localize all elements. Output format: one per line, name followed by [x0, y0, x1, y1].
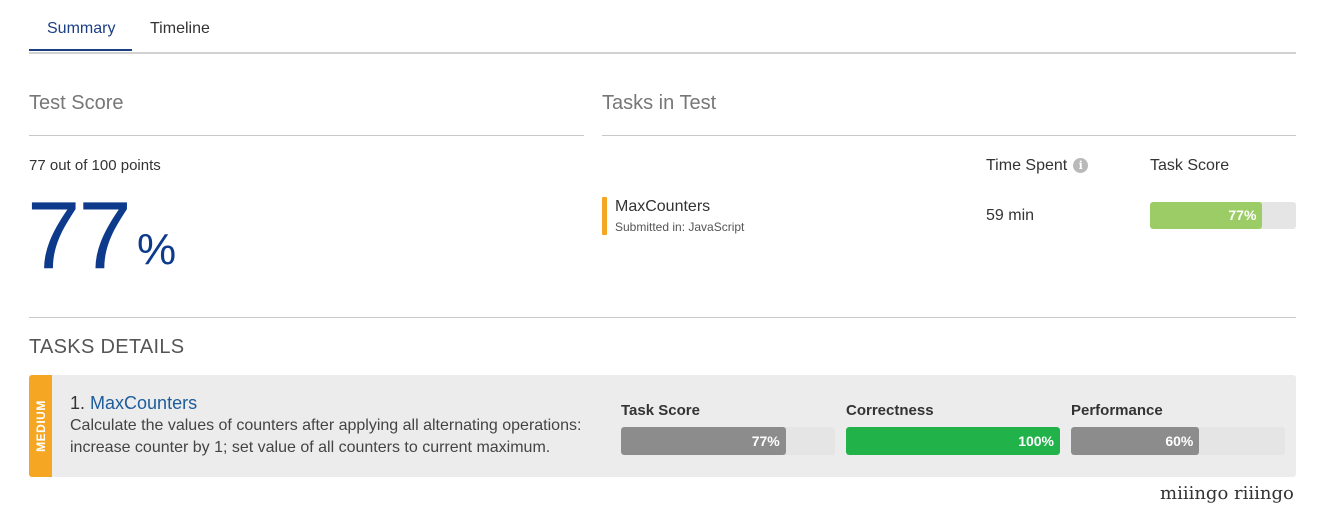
- task-detail-card: MEDIUM 1. MaxCounters Calculate the valu…: [29, 375, 1296, 477]
- score-percent-value: 77: [27, 182, 132, 289]
- task-row-score-bar: 77%: [1150, 202, 1296, 229]
- watermark-text: miiingo riiingo: [1160, 483, 1294, 504]
- task-detail-number: 1.: [70, 393, 86, 413]
- difficulty-label: MEDIUM: [33, 400, 48, 452]
- metric-correctness-fill: 100%: [846, 427, 1060, 455]
- score-percent-sign: %: [137, 225, 177, 274]
- tab-summary[interactable]: Summary: [47, 20, 115, 38]
- task-row-accent: [602, 197, 607, 235]
- metric-performance-value: 60%: [1165, 433, 1194, 449]
- task-detail-title: 1. MaxCounters: [70, 393, 197, 414]
- metric-performance-bar: 60%: [1071, 427, 1285, 455]
- task-score-header: Task Score: [1150, 157, 1230, 174]
- metric-task-score-label: Task Score: [621, 402, 700, 419]
- task-row-language: Submitted in: JavaScript: [615, 220, 745, 234]
- time-spent-header: Time Spent i: [986, 157, 1089, 175]
- metric-performance-label: Performance: [1071, 402, 1163, 419]
- task-row-score-label: 77%: [1228, 207, 1257, 223]
- details-divider: [29, 317, 1296, 318]
- task-row-score-fill: 77%: [1150, 202, 1263, 229]
- metric-task-score-value: 77%: [751, 433, 780, 449]
- task-row: MaxCounters Submitted in: JavaScript: [602, 197, 744, 235]
- tab-bar: Summary Timeline: [29, 0, 1296, 54]
- score-summary: 77 out of 100 points: [29, 157, 161, 174]
- task-row-name[interactable]: MaxCounters: [615, 198, 710, 216]
- tasks-in-test-divider: [602, 135, 1296, 136]
- metric-correctness-value: 100%: [1018, 433, 1054, 449]
- metric-correctness-label: Correctness: [846, 402, 934, 419]
- tasks-in-test-heading: Tasks in Test: [602, 92, 717, 114]
- metric-performance-fill: 60%: [1071, 427, 1200, 455]
- metric-correctness-bar: 100%: [846, 427, 1060, 455]
- tab-timeline[interactable]: Timeline: [150, 20, 210, 38]
- tasks-details-heading: TASKS DETAILS: [29, 336, 185, 358]
- time-spent-label: Time Spent: [986, 157, 1068, 174]
- task-detail-description: Calculate the values of counters after a…: [70, 417, 582, 456]
- metric-task-score-bar: 77%: [621, 427, 835, 455]
- test-score-divider: [29, 135, 584, 136]
- task-row-time: 59 min: [986, 207, 1035, 224]
- info-icon[interactable]: i: [1073, 158, 1089, 173]
- active-tab-indicator: [29, 49, 132, 51]
- task-detail-link[interactable]: MaxCounters: [90, 393, 197, 413]
- test-score-heading: Test Score: [29, 92, 124, 114]
- metric-task-score-fill: 77%: [621, 427, 786, 455]
- difficulty-badge: MEDIUM: [29, 375, 52, 477]
